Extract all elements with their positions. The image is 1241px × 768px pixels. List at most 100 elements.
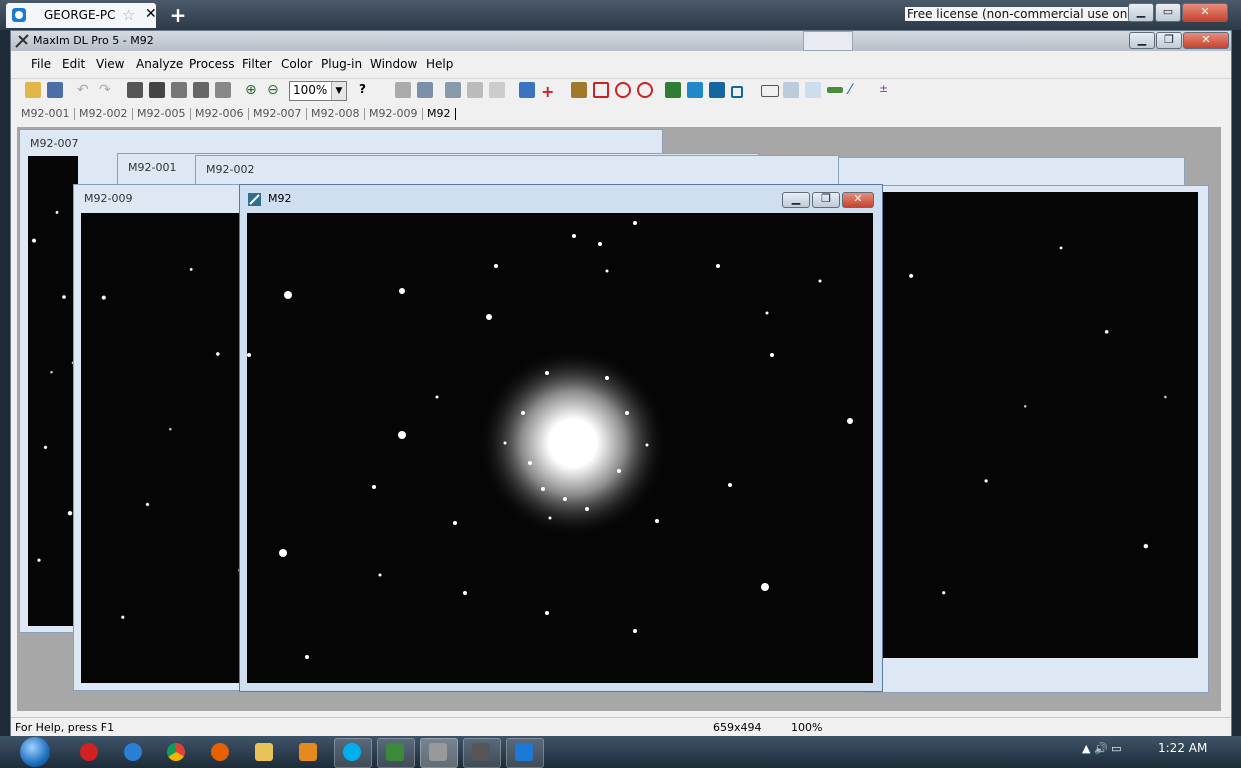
doc-close-button[interactable]: ✕	[842, 192, 874, 208]
screen-stretch-icon[interactable]	[149, 82, 165, 98]
taskbar-maxim[interactable]	[420, 738, 458, 768]
close-button[interactable]: ✕	[1182, 3, 1228, 22]
rect-select-icon[interactable]	[731, 86, 743, 98]
flip-icon[interactable]	[171, 82, 187, 98]
line-icon[interactable]: ⁄	[849, 82, 865, 98]
hand-icon[interactable]	[193, 82, 209, 98]
firefox-icon[interactable]	[211, 743, 229, 761]
status-zoom: 100%	[791, 721, 823, 734]
ruler-icon[interactable]	[827, 87, 843, 93]
m92-star-field	[247, 221, 853, 659]
target-icon[interactable]	[593, 82, 609, 98]
explorer-folder-icon[interactable]	[255, 743, 273, 761]
menu-edit[interactable]: Edit	[62, 57, 85, 71]
menu-color[interactable]: Color	[281, 57, 312, 71]
teamviewer-icon	[515, 743, 533, 761]
info-icon[interactable]	[395, 82, 411, 98]
tab-divider	[74, 108, 75, 120]
crosshair-icon[interactable]: +	[541, 82, 557, 101]
image-icon[interactable]	[127, 82, 143, 98]
maxim-window: MaxIm DL Pro 5 - M92 ▁ ❐ ✕ File Edit Vie…	[10, 30, 1232, 738]
image-tab-m92-005[interactable]: M92-005	[137, 107, 185, 120]
minimize-button[interactable]: ▁	[1128, 3, 1154, 22]
plus-minus-icon[interactable]: ±	[879, 82, 895, 98]
close-tab-icon[interactable]: ✕	[145, 6, 157, 22]
curves-icon[interactable]	[709, 82, 725, 98]
app-minimize-button[interactable]: ▁	[1129, 32, 1155, 49]
taskbar-teamviewer[interactable]	[506, 738, 544, 768]
open-icon[interactable]	[25, 82, 41, 98]
view-toggle[interactable]	[803, 31, 853, 51]
doc-restore-button[interactable]: ❐	[812, 192, 840, 208]
tab-divider	[306, 108, 307, 120]
menu-filter[interactable]: Filter	[242, 57, 272, 71]
menu-process[interactable]: Process	[189, 57, 235, 71]
media-player-icon[interactable]	[299, 743, 317, 761]
stop-icon[interactable]	[637, 82, 653, 98]
start-button[interactable]	[20, 737, 50, 767]
menu-view[interactable]: View	[96, 57, 124, 71]
new-tab-button[interactable]: +	[168, 4, 188, 26]
menu-window[interactable]: Window	[370, 57, 417, 71]
redo-icon[interactable]: ↷	[99, 82, 115, 98]
image-tab-m92-001[interactable]: M92-001	[21, 107, 69, 120]
window-icon[interactable]	[761, 85, 779, 97]
save-icon[interactable]	[47, 82, 63, 98]
combine-icon[interactable]	[489, 82, 505, 98]
menu-plugin[interactable]: Plug-in	[321, 57, 362, 71]
maxim-icon	[429, 743, 447, 761]
maximize-button[interactable]: ▭	[1155, 3, 1181, 22]
brush-icon[interactable]	[571, 82, 587, 98]
app-restore-button[interactable]: ❐	[1156, 32, 1182, 49]
app-close-button[interactable]: ✕	[1183, 32, 1229, 49]
film-icon	[472, 743, 490, 761]
image-tab-m92-009[interactable]: M92-009	[369, 107, 417, 120]
calibrate-icon[interactable]	[445, 82, 461, 98]
window-title: M92-002	[206, 163, 255, 176]
session-tab[interactable]: GEORGE-PC ☆ ✕	[6, 3, 157, 28]
chrome-icon[interactable]	[167, 743, 185, 761]
image-tab-m92-006[interactable]: M92-006	[195, 107, 243, 120]
clock[interactable]: 1:22 AM	[1158, 741, 1207, 755]
maxim-doc-icon	[248, 193, 261, 206]
align-icon[interactable]	[467, 82, 483, 98]
image-window-m92-002[interactable]: M92-002	[195, 155, 839, 187]
doc-minimize-button[interactable]: ▁	[782, 192, 810, 208]
toolbar: ↶ ↷ ⊕ ⊖ 100% ▼ ? + ⁄ ±	[11, 78, 1231, 103]
image-tab-m92-008[interactable]: M92-008	[311, 107, 359, 120]
taskbar-film[interactable]	[463, 738, 501, 768]
zoom-out-icon[interactable]: ⊖	[267, 82, 283, 98]
copy-icon[interactable]	[519, 82, 535, 98]
star-field-image	[28, 156, 78, 626]
zoom-select[interactable]: 100% ▼	[289, 81, 347, 101]
image-window-m92[interactable]: M92 ▁ ❐ ✕	[239, 184, 883, 692]
graph-icon[interactable]	[805, 82, 821, 98]
app-titlebar: MaxIm DL Pro 5 - M92 ▁ ❐ ✕	[11, 31, 1231, 51]
taskbar-app[interactable]	[377, 738, 415, 768]
menu-bar: File Edit View Analyze Process Filter Co…	[11, 53, 1231, 75]
settings-icon[interactable]	[215, 82, 231, 98]
histogram-icon[interactable]	[665, 82, 681, 98]
menu-file[interactable]: File	[31, 57, 51, 71]
help-cursor-icon[interactable]: ?	[359, 82, 375, 98]
tab-divider	[364, 108, 365, 120]
stack-icon[interactable]	[417, 82, 433, 98]
internet-explorer-icon[interactable]	[124, 743, 142, 761]
image-tab-m92-007[interactable]: M92-007	[253, 107, 301, 120]
thumbnail-icon[interactable]	[783, 82, 799, 98]
app-icon	[386, 743, 404, 761]
levels-icon[interactable]	[687, 82, 703, 98]
menu-analyze[interactable]: Analyze	[136, 57, 183, 71]
image-window-back-right-2[interactable]	[865, 185, 1209, 693]
opera-icon[interactable]	[80, 743, 98, 761]
star-icon[interactable]: ☆	[122, 6, 135, 24]
menu-help[interactable]: Help	[426, 57, 453, 71]
m92-cluster-image[interactable]	[247, 213, 873, 683]
taskbar-skype[interactable]	[334, 738, 372, 768]
undo-icon[interactable]: ↶	[77, 82, 93, 98]
image-tab-m92[interactable]: M92	[427, 107, 451, 120]
circle-icon[interactable]	[615, 82, 631, 98]
image-tab-m92-002[interactable]: M92-002	[79, 107, 127, 120]
zoom-in-icon[interactable]: ⊕	[245, 82, 261, 98]
system-tray[interactable]: ▲ 🔊 ▭	[1082, 742, 1122, 755]
